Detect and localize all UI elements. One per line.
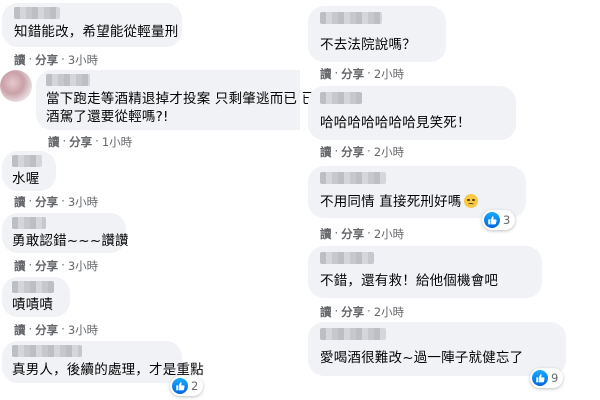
reply-link[interactable]: 讀 — [14, 52, 26, 68]
comment-meta: 讀 · 分享 · 2小時 — [320, 66, 405, 82]
reply-link[interactable]: 讀 — [320, 226, 332, 242]
comment-text: 勇敢認錯~~~讚讚 — [12, 233, 129, 249]
reaction-count[interactable]: 2 — [170, 376, 204, 396]
reaction-count[interactable]: 3 — [482, 210, 516, 230]
comment-bubble: 水喔 — [2, 151, 56, 191]
author-name-redacted[interactable] — [320, 172, 386, 184]
timestamp[interactable]: 2小時 — [374, 144, 404, 160]
comment: 嘖嘖嘖 讀 · 分享 · 3小時 — [0, 274, 300, 338]
comment-text: 不錯，還有救！給他個機會吧 — [320, 273, 499, 289]
author-name-redacted[interactable] — [320, 328, 386, 340]
comment: 知錯能改，希望能從輕量刑 讀 · 分享 · 3小時 — [0, 0, 300, 70]
share-link[interactable]: 分享 — [35, 194, 58, 210]
reaction-count-value: 3 — [503, 213, 511, 227]
comment-bubble: 真男人，後續的處理，才是重點 — [2, 341, 204, 383]
timestamp[interactable]: 2小時 — [374, 66, 404, 82]
comment-bubble: 不錯，還有救！給他個機會吧 — [308, 246, 542, 298]
share-link[interactable]: 分享 — [341, 144, 364, 160]
author-name-redacted[interactable] — [14, 7, 60, 19]
reply-link[interactable]: 讀 — [14, 194, 26, 210]
author-name-redacted[interactable] — [320, 12, 382, 24]
comment-text-line: 當下跑走等酒精退掉才投案 只剩肇逃而已 已 — [46, 91, 316, 107]
comment: 不用同情 直接死刑好嗎 3 讀 · 分享 · 2小時 — [302, 164, 600, 244]
share-link[interactable]: 分享 — [35, 52, 58, 68]
comment: 不錯，還有救！給他個機會吧 讀 · 分享 · 2小時 — [302, 246, 600, 322]
share-link[interactable]: 分享 — [35, 322, 58, 338]
comment-text-line: 酒駕了還要從輕嗎?! — [46, 109, 169, 125]
comment-bubble: 愛喝酒很難改~過一陣子就健忘了 — [308, 322, 566, 376]
timestamp[interactable]: 3小時 — [68, 52, 98, 68]
comment-text: 嘖嘖嘖 — [12, 297, 54, 313]
comment: 當下跑走等酒精退掉才投案 只剩肇逃而已 已 酒駕了還要從輕嗎?! 讀 · 分享 … — [0, 68, 315, 150]
like-icon — [484, 212, 500, 228]
comment-bubble: 勇敢認錯~~~讚讚 — [2, 213, 129, 253]
comment-text: 水喔 — [12, 171, 40, 187]
worried-face-icon — [463, 194, 478, 208]
timestamp[interactable]: 3小時 — [68, 194, 98, 210]
comment: 真男人，後續的處理，才是重點 2 — [0, 338, 300, 400]
timestamp[interactable]: 3小時 — [68, 258, 98, 274]
reaction-count[interactable]: 9 — [530, 368, 564, 388]
reply-link[interactable]: 讀 — [14, 322, 26, 338]
comment-meta: 讀 · 分享 · 3小時 — [14, 322, 99, 338]
comment-bubble: 嘖嘖嘖 — [2, 277, 70, 317]
timestamp[interactable]: 3小時 — [68, 322, 98, 338]
share-link[interactable]: 分享 — [341, 304, 364, 320]
author-name-redacted[interactable] — [12, 345, 82, 357]
comment: 水喔 讀 · 分享 · 3小時 — [0, 148, 300, 210]
reply-link[interactable]: 讀 — [320, 304, 332, 320]
comment-text: 知錯能改，希望能從輕量刑 — [14, 24, 179, 40]
comment-meta: 讀 · 分享 · 3小時 — [14, 258, 99, 274]
timestamp[interactable]: 2小時 — [374, 304, 404, 320]
author-name-redacted[interactable] — [12, 281, 54, 293]
comment-meta: 讀 · 分享 · 2小時 — [320, 144, 405, 160]
author-name-redacted[interactable] — [12, 217, 46, 229]
comment: 不去法院說嗎？ 讀 · 分享 · 2小時 — [302, 0, 600, 82]
timestamp[interactable]: 2小時 — [374, 226, 404, 242]
comment-meta: 讀 · 分享 · 2小時 — [320, 226, 405, 242]
comment-text: 哈哈哈哈哈哈哈見笑死！ — [320, 115, 471, 131]
comment-text: 不去法院說嗎？ — [320, 37, 416, 53]
comment-text: 不用同情 直接死刑好嗎 — [320, 193, 478, 211]
comment-meta: 讀 · 分享 · 3小時 — [14, 52, 99, 68]
author-name-redacted[interactable] — [320, 252, 374, 264]
comment-bubble: 當下跑走等酒精退掉才投案 只剩肇逃而已 已 酒駕了還要從輕嗎?! — [36, 70, 315, 130]
reaction-count-value: 2 — [191, 379, 199, 393]
reply-link[interactable]: 讀 — [320, 66, 332, 82]
reaction-count-value: 9 — [551, 371, 559, 385]
reply-link[interactable]: 讀 — [14, 258, 26, 274]
author-name-redacted[interactable] — [46, 74, 90, 86]
author-name-redacted[interactable] — [12, 155, 42, 167]
comment-text-content: 不用同情 直接死刑好嗎 — [320, 194, 462, 210]
share-link[interactable]: 分享 — [341, 226, 364, 242]
like-icon — [532, 370, 548, 386]
comment-meta: 讀 · 分享 · 3小時 — [14, 194, 99, 210]
comment-bubble: 知錯能改，希望能從輕量刑 — [2, 3, 182, 47]
comment: 哈哈哈哈哈哈哈見笑死！ 讀 · 分享 · 2小時 — [302, 84, 600, 162]
comment-text: 愛喝酒很難改~過一陣子就健忘了 — [320, 350, 524, 366]
avatar[interactable] — [0, 70, 32, 102]
comment: 愛喝酒很難改~過一陣子就健忘了 9 — [302, 322, 600, 400]
comment-bubble: 哈哈哈哈哈哈哈見笑死！ — [308, 86, 516, 140]
share-link[interactable]: 分享 — [341, 66, 364, 82]
comment: 勇敢認錯~~~讚讚 讀 · 分享 · 3小時 — [0, 210, 300, 274]
comment-bubble: 不去法院說嗎？ — [308, 6, 446, 62]
author-name-redacted[interactable] — [320, 92, 362, 104]
comment-meta: 讀 · 分享 · 2小時 — [320, 304, 405, 320]
share-link[interactable]: 分享 — [35, 258, 58, 274]
like-icon — [172, 378, 188, 394]
reply-link[interactable]: 讀 — [320, 144, 332, 160]
